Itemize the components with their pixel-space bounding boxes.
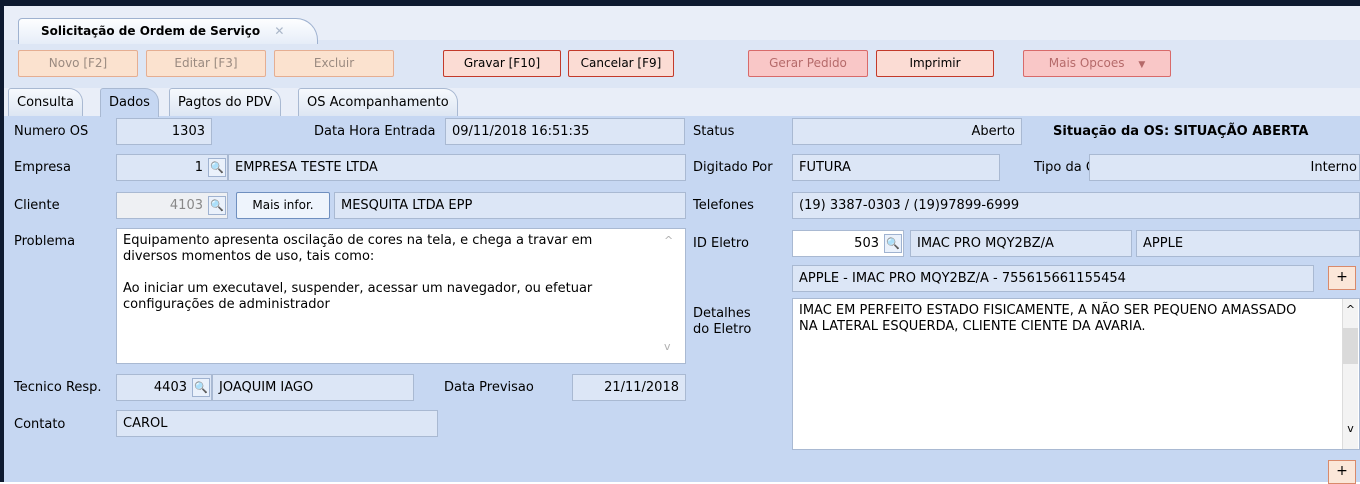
data-hora-label: Data Hora Entrada (314, 124, 436, 139)
window-left-edge (0, 0, 4, 482)
detalhes-line: NA LATERAL ESQUERDA, CLIENTE CIENTE DA A… (799, 319, 1146, 334)
chevron-down-icon: ▼ (1138, 60, 1146, 70)
gerar-pedido-button[interactable]: Gerar Pedido (748, 50, 868, 77)
eletro-full-field[interactable]: APPLE - IMAC PRO MQY2BZ/A - 755615661155… (792, 265, 1314, 292)
search-icon[interactable]: 🔍 (208, 158, 226, 177)
status-field[interactable]: Aberto (792, 118, 1022, 145)
status-label: Status (693, 124, 735, 139)
numero-os-field[interactable]: 1303 (116, 118, 212, 145)
cliente-label: Cliente (14, 198, 60, 213)
scroll-down-icon[interactable]: v (1343, 422, 1358, 435)
id-eletro-label: ID Eletro (693, 236, 749, 251)
search-icon[interactable]: 🔍 (208, 196, 226, 215)
telefones-field[interactable]: (19) 3387-0303 / (19)97899-6999 (792, 192, 1360, 219)
scroll-down-icon[interactable]: v (664, 340, 671, 353)
tecnico-name-field[interactable]: JOAQUIM IAGO (212, 374, 414, 401)
eletro-model-field[interactable]: IMAC PRO MQY2BZ/A (910, 230, 1132, 257)
problema-line (123, 265, 655, 281)
problema-memo[interactable]: Equipamento apresenta oscilação de cores… (116, 228, 686, 364)
digitado-label: Digitado Por (693, 160, 773, 175)
data-previsao-field[interactable]: 21/11/2018 (572, 374, 686, 401)
scroll-up-icon[interactable]: ^ (664, 234, 673, 247)
problema-label: Problema (14, 234, 76, 249)
novo-button[interactable]: Novo [F2] (18, 50, 138, 77)
tipo-os-field[interactable]: Interno (1089, 154, 1360, 181)
window-top-edge (0, 0, 1360, 6)
data-hora-field[interactable]: 09/11/2018 16:51:35 (445, 118, 685, 145)
problema-line: configurações de administrador (123, 297, 330, 312)
close-icon[interactable]: ✕ (274, 24, 284, 38)
mais-opcoes-label: Mais Opcoes (1048, 56, 1125, 70)
add-eletro-button[interactable]: + (1328, 266, 1356, 290)
document-tab[interactable]: Solicitação de Ordem de Serviço ✕ (18, 18, 318, 44)
telefones-label: Telefones (693, 198, 754, 213)
contato-label: Contato (14, 417, 66, 432)
cliente-name-field[interactable]: MESQUITA LTDA EPP (334, 192, 686, 219)
situacao-text: Situação da OS: SITUAÇÃO ABERTA (1053, 124, 1309, 139)
eletro-brand-field[interactable]: APPLE (1136, 230, 1360, 257)
problema-line: Equipamento apresenta oscilação de cores… (123, 233, 593, 248)
contato-field[interactable]: CAROL (116, 410, 438, 437)
search-icon[interactable]: 🔍 (192, 378, 210, 397)
cancelar-button[interactable]: Cancelar [F9] (568, 50, 674, 77)
numero-os-label: Numero OS (14, 124, 89, 139)
detalhes-scrollbar[interactable]: ^ v (1342, 299, 1358, 449)
detalhes-line: IMAC EM PERFEITO ESTADO FISICAMENTE, A N… (799, 303, 1297, 318)
editar-button[interactable]: Editar [F3] (146, 50, 266, 77)
add-detalhes-button[interactable]: + (1328, 460, 1356, 484)
digitado-field[interactable]: FUTURA (792, 154, 1000, 181)
empresa-name-field[interactable]: EMPRESA TESTE LTDA (228, 154, 686, 181)
mais-infor-button[interactable]: Mais infor. (236, 192, 330, 219)
imprimir-button[interactable]: Imprimir (876, 50, 994, 77)
document-tab-title: Solicitação de Ordem de Serviço (41, 24, 261, 38)
detalhes-label-2: do Eletro (693, 322, 752, 337)
detalhes-memo[interactable]: IMAC EM PERFEITO ESTADO FISICAMENTE, A N… (792, 298, 1360, 450)
search-icon[interactable]: 🔍 (884, 234, 902, 253)
problema-line: Ao iniciar um executavel, suspender, ace… (123, 281, 593, 296)
tab-os-acompanhamento[interactable]: OS Acompanhamento (298, 88, 458, 116)
detalhes-label: Detalhes (693, 306, 751, 321)
problema-line: diversos momentos de uso, tais como: (123, 249, 375, 264)
excluir-button[interactable]: Excluir (274, 50, 394, 77)
scroll-thumb[interactable] (1343, 328, 1358, 364)
gravar-button[interactable]: Gravar [F10] (443, 50, 561, 77)
tecnico-label: Tecnico Resp. (14, 380, 102, 395)
empresa-label: Empresa (14, 160, 71, 175)
tab-pagtos-pdv[interactable]: Pagtos do PDV (169, 88, 282, 116)
mais-opcoes-button[interactable]: Mais Opcoes ▼ (1023, 50, 1171, 77)
tab-consulta[interactable]: Consulta (8, 88, 83, 116)
scroll-up-icon[interactable]: ^ (1343, 299, 1358, 316)
tab-dados[interactable]: Dados (100, 88, 159, 117)
data-previsao-label: Data Previsao (444, 380, 534, 395)
